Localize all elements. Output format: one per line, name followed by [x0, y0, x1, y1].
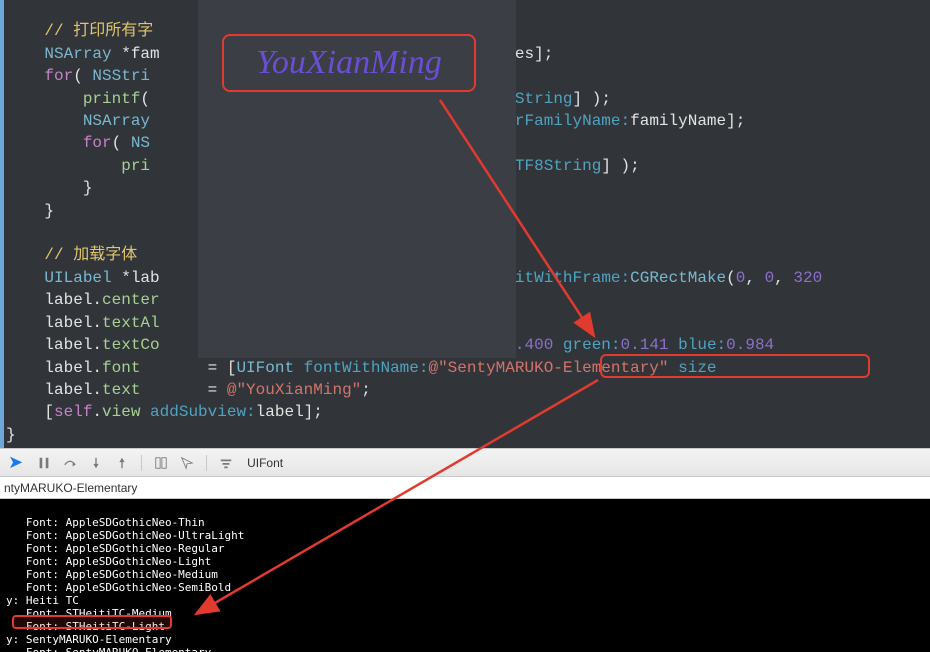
console-line: Font: SentyMARUKO-Elementary	[6, 646, 211, 652]
console-line: Font: AppleSDGothicNeo-Light	[6, 555, 211, 568]
toolbar-separator-2	[206, 455, 207, 471]
console-line: y: SentyMARUKO-Elementary	[6, 633, 172, 646]
pause-icon[interactable]	[37, 456, 51, 470]
filter-label: UIFont	[247, 456, 283, 470]
step-out-icon[interactable]	[115, 456, 129, 470]
console-line: Font: AppleSDGothicNeo-UltraLight	[6, 529, 244, 542]
font-sample-label: YouXianMing	[222, 34, 476, 92]
console-search-bar[interactable]: ntyMARUKO-Elementary	[0, 477, 930, 499]
console-line: y: Heiti TC	[6, 594, 79, 607]
console-line: Font: AppleSDGothicNeo-Medium	[6, 568, 218, 581]
debug-console[interactable]: Font: AppleSDGothicNeo-Thin Font: AppleS…	[0, 499, 930, 652]
debug-toolbar: ➤ UIFont	[0, 448, 930, 477]
views-icon[interactable]	[154, 456, 168, 470]
code-editor[interactable]: // 打印所有字 NSArray *famXXXXXXXXXXXXXXXXXXX…	[0, 0, 930, 448]
console-line: Font: STHeitiTC-Medium	[6, 607, 172, 620]
filter-icon[interactable]	[219, 456, 233, 470]
current-line-indicator: ➤	[8, 452, 23, 473]
console-line: Font: AppleSDGothicNeo-SemiBold	[6, 581, 231, 594]
console-line: Font: AppleSDGothicNeo-Thin	[6, 516, 205, 529]
console-line: Font: STHeitiTC-Light	[6, 620, 165, 633]
toolbar-separator	[141, 455, 142, 471]
step-over-icon[interactable]	[63, 456, 77, 470]
search-text: ntyMARUKO-Elementary	[4, 481, 137, 495]
location-icon[interactable]	[180, 456, 194, 470]
step-in-icon[interactable]	[89, 456, 103, 470]
console-line: Font: AppleSDGothicNeo-Regular	[6, 542, 225, 555]
